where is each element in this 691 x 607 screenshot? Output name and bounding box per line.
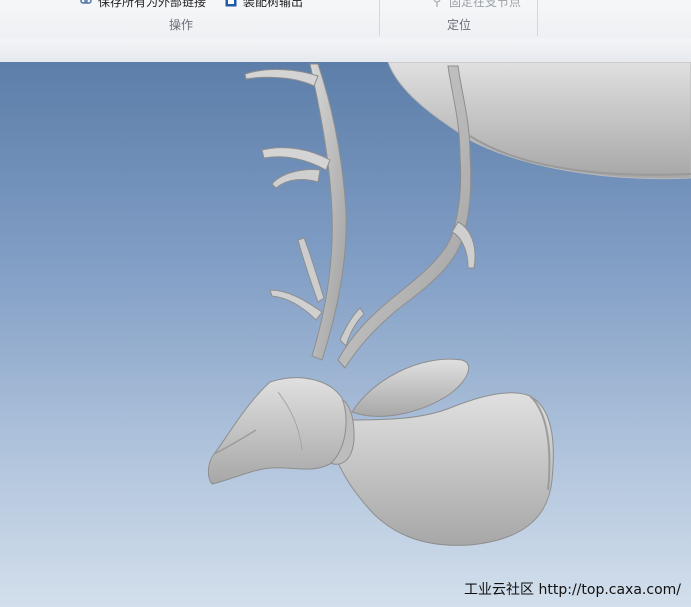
group-separator (379, 0, 380, 36)
pin-icon (431, 0, 443, 7)
sphere-part (387, 62, 691, 180)
chain-icon (80, 0, 92, 7)
pin-to-node-command[interactable]: 固定在支节点 (431, 0, 521, 10)
document-tab-strip (0, 38, 691, 63)
assembly-tree-output-command[interactable]: 装配树输出 (225, 0, 303, 10)
ribbon: 保存所有为外部链接 装配树输出 操作 固定在支节点 定位 (0, 0, 691, 39)
command-label: 固定在支节点 (449, 0, 522, 9)
command-label: 保存所有为外部链接 (98, 0, 207, 9)
watermark: 工业云社区 http://top.caxa.com/ (464, 582, 681, 598)
3d-viewport[interactable] (0, 62, 691, 607)
deer-head (207, 377, 347, 485)
group-separator (537, 0, 538, 36)
deer-head-model (207, 62, 691, 546)
group-label-position: 定位 (447, 18, 472, 32)
group-label-operations: 操作 (169, 18, 194, 32)
save-as-external-link-command[interactable]: 保存所有为外部链接 (80, 0, 206, 10)
command-label: 装配树输出 (243, 0, 304, 9)
assembly-tree-icon (225, 0, 237, 7)
